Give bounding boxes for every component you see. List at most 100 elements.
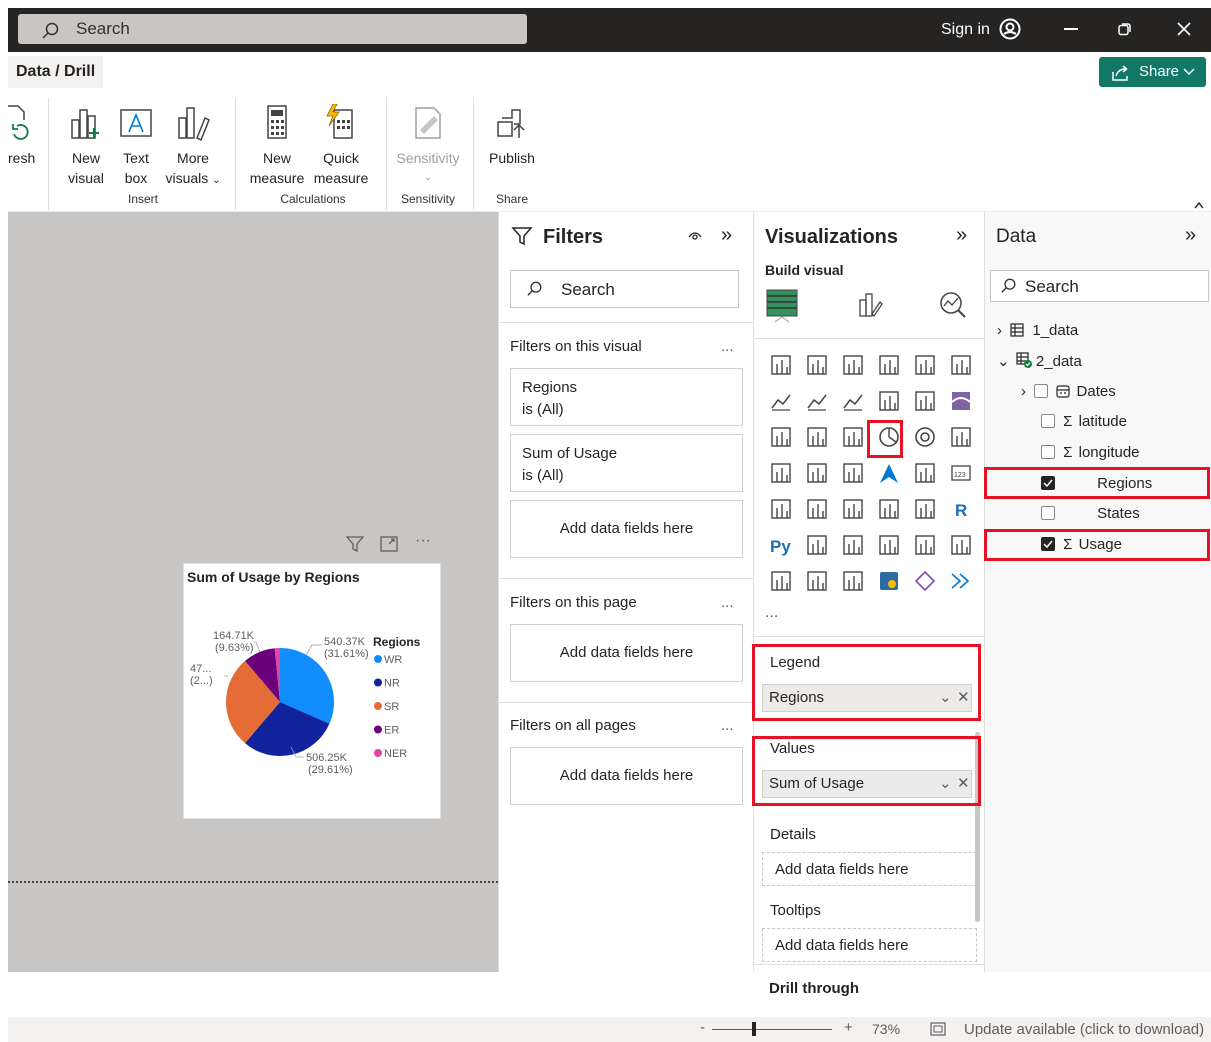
line-column-icon[interactable]	[879, 391, 899, 411]
refresh-button[interactable]: resh	[8, 104, 38, 168]
zoom-slider-thumb[interactable]	[752, 1022, 756, 1036]
azure-map-icon[interactable]	[880, 464, 898, 483]
more-options-icon[interactable]: ···	[415, 532, 431, 550]
table-icon[interactable]	[879, 499, 899, 519]
focus-mode-icon[interactable]	[379, 534, 399, 557]
field-states[interactable]: States	[1041, 505, 1140, 522]
format-visual-tab[interactable]	[854, 290, 884, 323]
diamond-icon[interactable]	[914, 570, 936, 592]
new-measure-button[interactable]: New measure	[248, 104, 306, 188]
new-visual-button[interactable]: New visual	[64, 104, 108, 188]
power-automate-icon[interactable]	[843, 571, 863, 591]
zoom-slider-track[interactable]	[712, 1029, 832, 1030]
area-icon[interactable]	[807, 394, 827, 411]
legend-label-sr[interactable]: SR	[384, 701, 399, 713]
legend-label-er[interactable]: ER	[384, 725, 399, 737]
collapse-visualizations-icon[interactable]: »	[956, 224, 967, 247]
update-available-link[interactable]: Update available (click to download)	[964, 1021, 1204, 1038]
analytics-tab[interactable]	[938, 290, 968, 323]
legend-label-nr[interactable]: NR	[384, 678, 400, 690]
collapse-data-icon[interactable]: »	[1185, 224, 1196, 247]
qa-icon[interactable]	[879, 535, 899, 555]
checkbox[interactable]	[1041, 445, 1055, 459]
text-box-button[interactable]: Text box	[116, 104, 156, 188]
waterfall-icon[interactable]	[771, 427, 791, 447]
ribbon-icon[interactable]	[951, 392, 971, 410]
add-page-filter-well[interactable]: Add data fields here	[510, 624, 743, 682]
goals-icon[interactable]	[951, 535, 971, 555]
stacked-bar-icon[interactable]	[771, 355, 791, 375]
publish-button[interactable]: Publish	[484, 104, 540, 168]
clustered-column-icon[interactable]	[879, 355, 899, 375]
map-icon[interactable]	[771, 463, 791, 483]
matrix-icon[interactable]	[915, 499, 935, 519]
close-icon[interactable]	[1176, 21, 1192, 42]
more-options-icon[interactable]: ...	[721, 594, 734, 611]
pie-chart-visual[interactable]: Sum of Usage by Regions 540.37K (31.61%)…	[183, 563, 441, 819]
smart-narrative-icon[interactable]	[915, 535, 935, 555]
quick-measure-button[interactable]: Quick measure	[310, 104, 372, 188]
decomposition-tree-icon[interactable]	[843, 535, 863, 555]
filters-search-input[interactable]: Search	[510, 270, 739, 308]
r-visual-icon[interactable]: R	[955, 501, 967, 520]
data-search-input[interactable]: Search	[990, 270, 1209, 302]
line-clustered-column-icon[interactable]	[915, 391, 935, 411]
field-longitude[interactable]: Σ longitude	[1041, 444, 1140, 461]
stacked-area-icon[interactable]	[843, 394, 863, 411]
checkbox[interactable]	[1041, 414, 1055, 428]
add-visual-filter-well[interactable]: Add data fields here	[510, 500, 743, 558]
restore-icon[interactable]	[1118, 22, 1132, 41]
more-visuals-button[interactable]: More visuals ⌄	[164, 104, 222, 191]
table-2-data[interactable]: ⌄ 2_data	[997, 352, 1082, 370]
key-influencers-icon[interactable]	[807, 535, 827, 555]
chevron-icon[interactable]	[951, 573, 970, 589]
breadcrumb[interactable]: Data / Drill	[8, 56, 104, 88]
gauge-icon[interactable]	[915, 463, 935, 483]
clustered-bar-icon[interactable]	[843, 355, 863, 375]
more-options-icon[interactable]: ...	[721, 717, 734, 734]
account-icon[interactable]	[999, 18, 1021, 45]
add-all-pages-filter-well[interactable]: Add data fields here	[510, 747, 743, 805]
100-bar-icon[interactable]	[915, 355, 935, 375]
field-latitude[interactable]: Σ latitude	[1041, 413, 1127, 430]
table-1-data[interactable]: › 1_data	[997, 322, 1078, 339]
global-search-box[interactable]: Search	[18, 14, 527, 44]
fit-to-page-icon[interactable]	[930, 1022, 946, 1040]
kpi-icon[interactable]	[807, 499, 827, 519]
zoom-in-button[interactable]: +	[844, 1019, 853, 1036]
share-button[interactable]: Share	[1099, 57, 1206, 87]
filter-card-regions[interactable]: Regions is (All)	[510, 368, 743, 426]
filter-icon[interactable]	[345, 534, 365, 557]
minimize-icon[interactable]	[1064, 28, 1078, 30]
legend-label-ner[interactable]: NER	[384, 748, 407, 760]
sign-in-link[interactable]: Sign in	[941, 21, 990, 39]
funnel-icon[interactable]	[807, 427, 827, 447]
checkbox[interactable]	[1041, 506, 1055, 520]
collapse-ribbon-icon[interactable]	[1194, 196, 1204, 212]
zoom-out-button[interactable]: -	[700, 1019, 705, 1036]
line-icon[interactable]	[771, 394, 791, 411]
paginated-report-icon[interactable]	[771, 571, 791, 591]
sensitivity-button[interactable]: Sensitivity ⌄	[392, 104, 464, 188]
details-add-fields[interactable]: Add data fields here	[762, 852, 977, 886]
report-canvas[interactable]: ··· Sum of Usage by Regions 540.37K (31.…	[8, 212, 498, 972]
treemap-icon[interactable]	[951, 427, 971, 447]
visual-type-gallery[interactable]: 123 R Py	[762, 350, 982, 610]
more-options-icon[interactable]: ...	[721, 338, 734, 355]
stacked-column-icon[interactable]	[807, 355, 827, 375]
100-column-icon[interactable]	[951, 355, 971, 375]
donut-icon[interactable]	[915, 427, 935, 447]
field-dates[interactable]: › Dates	[1021, 383, 1116, 400]
legend-label-wr[interactable]: WR	[384, 654, 402, 666]
tooltips-add-fields[interactable]: Add data fields here	[762, 928, 977, 962]
eye-icon[interactable]	[687, 228, 703, 245]
power-apps-icon[interactable]	[807, 571, 827, 591]
filled-map-icon[interactable]	[807, 463, 827, 483]
python-visual-icon[interactable]: Py	[770, 537, 791, 556]
card-icon[interactable]: 123	[951, 465, 971, 481]
more-visuals-icon[interactable]: ...	[765, 604, 778, 622]
collapse-filters-icon[interactable]: »	[721, 224, 732, 247]
scatter-icon[interactable]	[843, 427, 863, 447]
shape-map-icon[interactable]	[843, 463, 863, 483]
arcgis-icon[interactable]	[880, 572, 898, 590]
